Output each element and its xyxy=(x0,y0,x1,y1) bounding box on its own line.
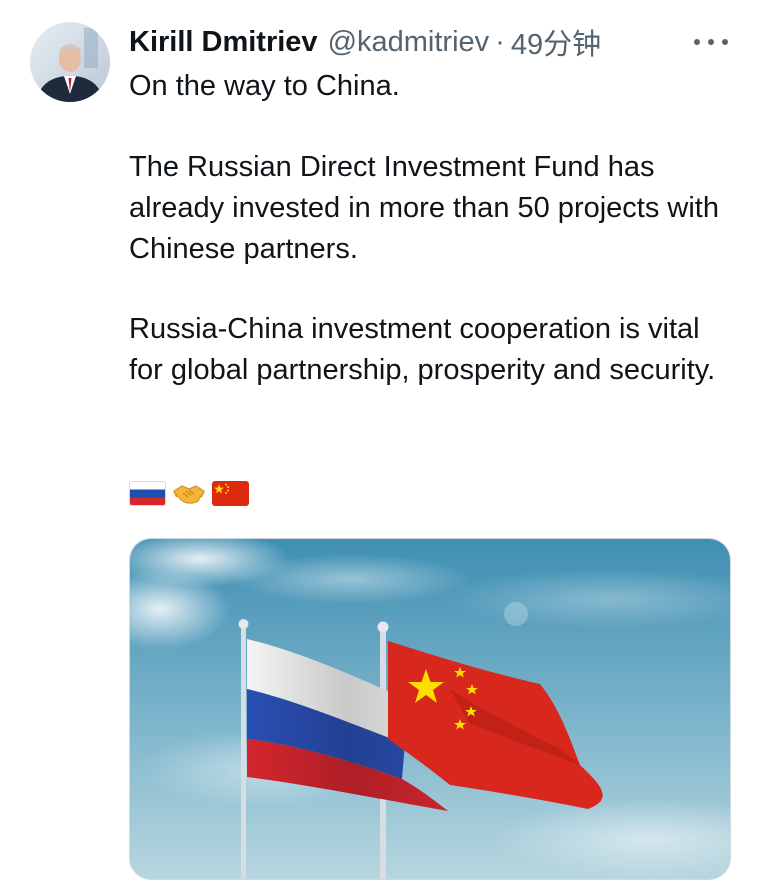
handshake-icon xyxy=(173,485,205,504)
emoji-row xyxy=(129,479,249,507)
flags-photo xyxy=(130,539,730,879)
russia-flag-icon xyxy=(129,480,166,506)
author-name[interactable]: Kirill Dmitriev xyxy=(129,26,318,59)
tweet-text-paragraph-2: The Russian Direct Investment Fund has a… xyxy=(129,151,719,265)
more-dot xyxy=(708,39,714,45)
china-flag-icon xyxy=(212,480,249,506)
more-options-icon[interactable] xyxy=(694,30,728,54)
avatar-image xyxy=(30,22,110,102)
tweet-text-line-1: On the way to China. xyxy=(129,70,400,102)
more-dot xyxy=(722,39,728,45)
avatar[interactable] xyxy=(30,22,110,102)
more-dot xyxy=(694,39,700,45)
tweet-text-paragraph-3: Russia-China investment cooperation is v… xyxy=(129,313,716,386)
separator-dot: · xyxy=(495,25,505,58)
author-handle[interactable]: @kadmitriev xyxy=(328,26,490,59)
post-time[interactable]: 49分钟 xyxy=(511,21,601,63)
tweet-header: Kirill Dmitriev @kadmitriev · 49分钟 xyxy=(129,21,601,63)
tweet-media-image[interactable] xyxy=(129,538,731,880)
